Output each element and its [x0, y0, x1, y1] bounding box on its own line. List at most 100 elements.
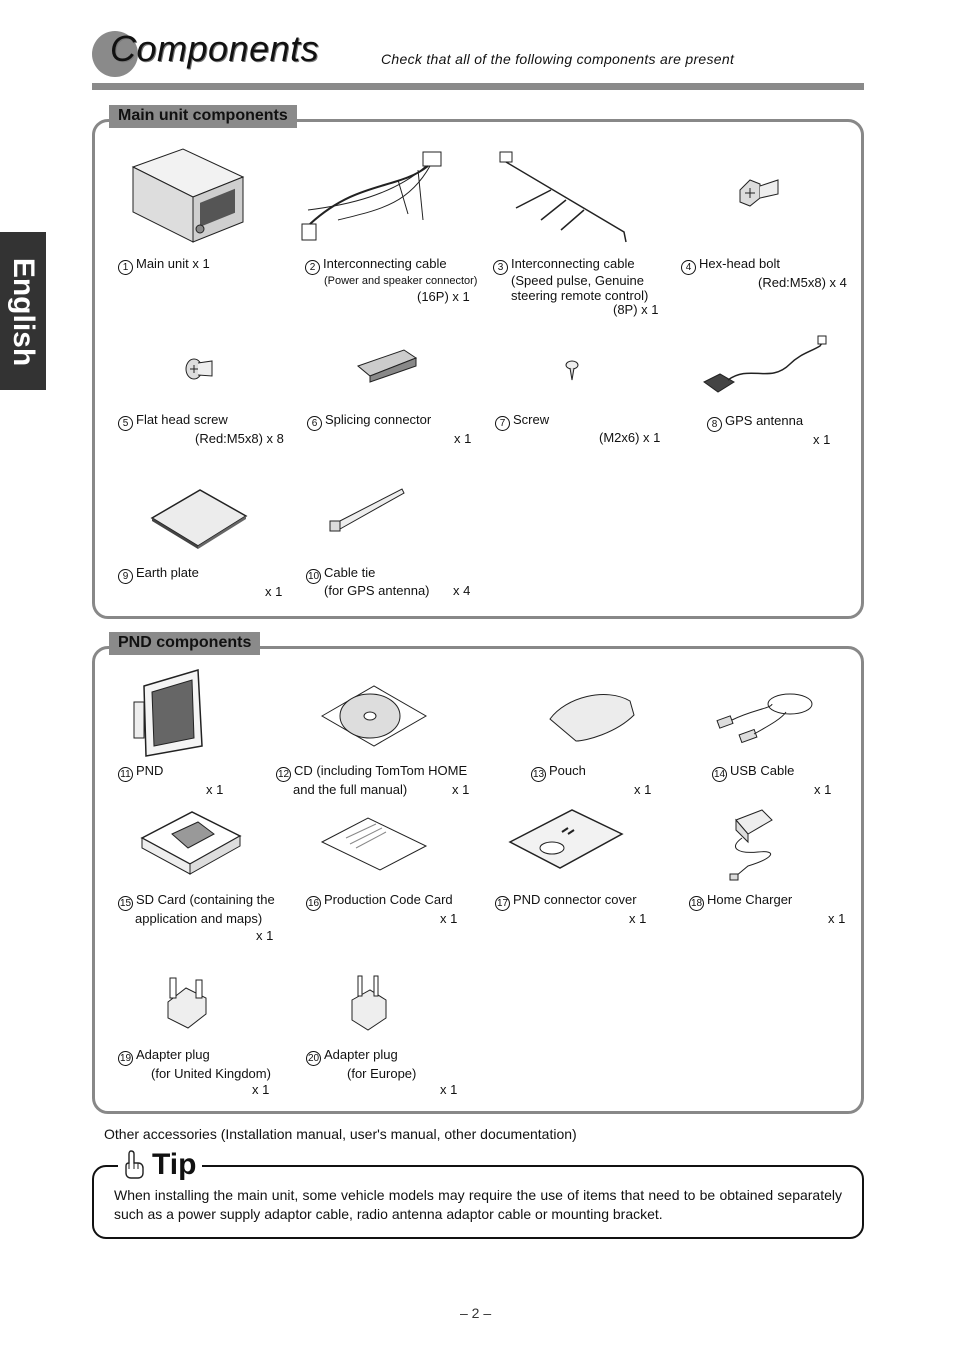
item-name: Flat head screw: [136, 412, 228, 427]
cable-tie-illustration: [329, 488, 405, 532]
component-17-label: 17 PND connector cover: [495, 890, 637, 911]
item-name: Cable tie: [324, 565, 376, 580]
item-number: 20: [306, 1051, 321, 1066]
item-name: Home Charger: [707, 892, 793, 907]
component-20-detail: (for Europe): [347, 1066, 417, 1081]
item-name: SD Card (containing the: [136, 892, 275, 907]
component-16-label: 16 Production Code Card: [306, 890, 453, 911]
item-number: 18: [689, 896, 704, 911]
item-name: Main unit x 1: [136, 256, 210, 271]
component-3-qty: (8P) x 1: [613, 302, 659, 317]
small-screw-illustration: [565, 360, 579, 381]
speed-pulse-cable-illustration: [499, 151, 627, 243]
component-10-label: 10 Cable tie: [306, 563, 375, 584]
item-name: USB Cable: [730, 763, 795, 778]
item-name: Adapter plug: [136, 1047, 210, 1062]
cd-illustration: [320, 685, 428, 747]
tip-heading: Tip: [118, 1148, 203, 1182]
other-accessories-note: Other accessories (Installation manual, …: [104, 1126, 577, 1142]
component-13-qty: x 1: [634, 782, 652, 797]
component-15-label: 15 SD Card (containing the: [118, 890, 275, 911]
tip-text: When installing the main unit, some vehi…: [114, 1187, 842, 1222]
page-number: – 2 –: [460, 1305, 492, 1321]
item-number: 19: [118, 1051, 133, 1066]
item-number: 16: [306, 896, 321, 911]
item-name: Interconnecting cable: [511, 256, 635, 271]
component-8-qty: x 1: [813, 432, 831, 447]
item-name: Screw: [513, 412, 550, 427]
main-unit-section-label: Main unit components: [109, 105, 297, 128]
item-name: Interconnecting cable: [323, 256, 447, 271]
component-6-qty: x 1: [454, 431, 472, 446]
item-name: Earth plate: [136, 565, 199, 580]
home-charger-illustration: [729, 809, 773, 881]
item-number: 6: [307, 416, 322, 431]
item-number: 14: [712, 767, 727, 782]
item-number: 2: [305, 260, 320, 275]
item-number: 10: [306, 569, 321, 584]
component-18-qty: x 1: [828, 911, 846, 926]
gps-antenna-illustration: [703, 335, 827, 393]
component-19-qty: x 1: [252, 1082, 270, 1097]
item-name: PND: [136, 763, 164, 778]
item-number: 4: [681, 260, 696, 275]
component-14-qty: x 1: [814, 782, 832, 797]
production-code-card-illustration: [320, 817, 428, 871]
uk-adapter-plug-illustration: [167, 977, 207, 1029]
component-3-label: 3 Interconnecting cable: [493, 254, 635, 275]
component-15-qty: x 1: [256, 928, 274, 943]
item-name: Adapter plug: [324, 1047, 398, 1062]
item-number: 5: [118, 416, 133, 431]
eu-adapter-plug-illustration: [351, 975, 387, 1031]
component-7-label: 7 Screw: [495, 410, 549, 431]
pouch-illustration: [549, 694, 635, 742]
page-subtitle: Check that all of the following componen…: [381, 51, 735, 67]
item-name: Splicing connector: [325, 412, 432, 427]
earth-plate-illustration: [150, 489, 248, 549]
power-cable-illustration: [301, 151, 442, 241]
tip-title: Tip: [152, 1148, 197, 1181]
component-5-label: 5 Flat head screw: [118, 410, 228, 431]
component-14-label: 14 USB Cable: [712, 761, 794, 782]
header-rule: [92, 83, 864, 90]
item-number: 7: [495, 416, 510, 431]
component-19-label: 19 Adapter plug: [118, 1045, 210, 1066]
component-7-qty: (M2x6) x 1: [599, 430, 661, 445]
page-title: Components: [110, 28, 320, 69]
pnd-section-label: PND components: [109, 632, 261, 655]
component-9-qty: x 1: [265, 584, 283, 599]
component-11-label: 11 PND: [118, 761, 163, 782]
flat-head-screw-illustration: [185, 358, 213, 380]
item-name: Pouch: [549, 763, 586, 778]
item-name: PND connector cover: [513, 892, 637, 907]
component-11-qty: x 1: [206, 782, 224, 797]
usb-cable-illustration: [716, 693, 813, 744]
language-tab-label: English: [7, 257, 40, 367]
component-12-qty: x 1: [452, 782, 470, 797]
component-20-qty: x 1: [440, 1082, 458, 1097]
splicing-connector-illustration: [357, 349, 418, 383]
component-2-detail: (Power and speaker connector): [324, 275, 478, 287]
component-15-detail: application and maps): [135, 911, 263, 926]
component-12-detail: and the full manual): [293, 782, 408, 797]
sd-card-illustration: [140, 811, 242, 875]
pointing-hand-icon: [125, 1150, 144, 1179]
component-5-qty: (Red:M5x8) x 8: [195, 431, 284, 446]
item-number: 3: [493, 260, 508, 275]
item-name: Production Code Card: [324, 892, 453, 907]
item-name: GPS antenna: [725, 413, 804, 428]
item-number: 9: [118, 569, 133, 584]
item-number: 1: [118, 260, 133, 275]
component-4-qty: (Red:M5x8) x 4: [758, 275, 847, 290]
component-13-label: 13 Pouch: [531, 761, 586, 782]
component-17-qty: x 1: [629, 911, 647, 926]
component-1-label: 1 Main unit x 1: [118, 254, 210, 275]
component-9-label: 9 Earth plate: [118, 563, 199, 584]
component-6-label: 6 Splicing connector: [307, 410, 431, 431]
component-12-label: 12 CD (including TomTom HOME: [276, 761, 467, 782]
item-number: 12: [276, 767, 291, 782]
component-3-detail-1: (Speed pulse, Genuine: [511, 273, 644, 288]
component-18-label: 18 Home Charger: [689, 890, 792, 911]
component-3-detail-2: steering remote control): [511, 288, 649, 303]
component-4-label: 4 Hex-head bolt: [681, 254, 780, 275]
